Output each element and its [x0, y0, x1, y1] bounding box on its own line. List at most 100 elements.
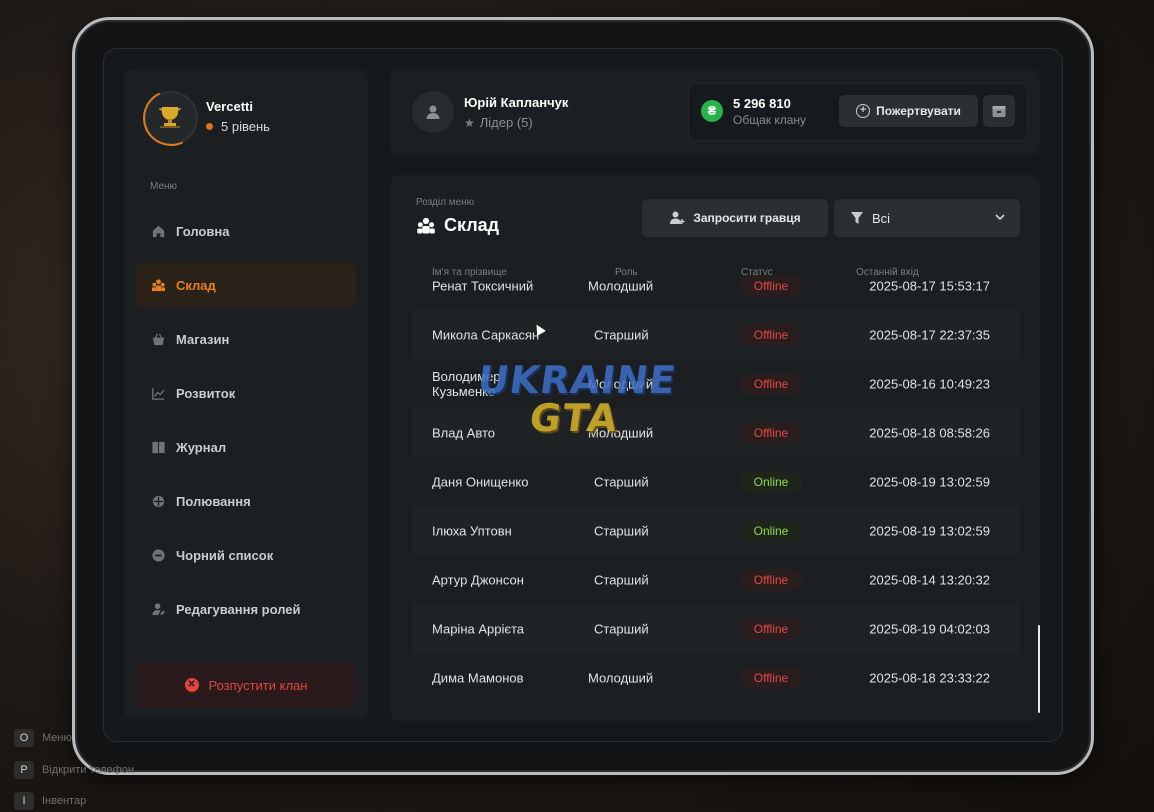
table-row[interactable]: Дима Мамонов Молодший Offline 2025-08-18…	[412, 653, 1020, 699]
section-caption: Розділ меню	[416, 197, 475, 208]
hryvnia-coin-icon: ₴	[701, 100, 723, 122]
safe-button[interactable]	[983, 95, 1015, 127]
sidebar-item-shop[interactable]: Магазин	[136, 317, 356, 361]
member-role: Старший	[594, 327, 649, 342]
invite-player-button[interactable]: Запросити гравця	[642, 199, 828, 237]
page-title: Склад	[416, 215, 499, 236]
member-name: Дима Мамонов	[432, 670, 524, 685]
sidebar-item-label: Магазин	[176, 331, 230, 347]
table-row[interactable]: Микола Саркасян Старший Offline 2025-08-…	[412, 310, 1020, 359]
trophy-icon	[159, 107, 181, 128]
home-icon	[150, 223, 166, 239]
hint-menu: O Меню	[14, 729, 72, 747]
clan-level: 5 рівень	[206, 119, 270, 134]
table-row[interactable]: Даня Онищенко Старший Online 2025-08-19 …	[412, 457, 1020, 506]
chevron-down-icon	[995, 214, 1005, 221]
sidebar-item-development[interactable]: Розвиток	[136, 371, 356, 415]
status-badge: Online	[740, 519, 802, 542]
last-login: 2025-08-18 08:58:26	[869, 425, 990, 440]
member-name: Даня Онищенко	[432, 474, 529, 489]
invite-player-label: Запросити гравця	[693, 211, 801, 225]
member-name: Микола Саркасян	[432, 327, 540, 342]
sidebar-item-label: Розвиток	[176, 385, 236, 401]
member-name: Ілюха Уптовн	[432, 523, 512, 538]
table-row[interactable]: Володимер Кузьменко Молодший Offline 202…	[412, 359, 1020, 408]
member-name: Артур Джонсон	[432, 572, 524, 587]
member-role: Старший	[594, 474, 649, 489]
hint-key: I	[14, 792, 34, 810]
sidebar-item-label: Журнал	[176, 439, 227, 455]
last-login: 2025-08-19 13:02:59	[869, 474, 990, 489]
leader-role: ★ Лідер (5)	[464, 115, 533, 130]
member-role: Молодший	[588, 278, 654, 293]
last-login: 2025-08-16 10:49:23	[869, 376, 990, 391]
status-badge: Online	[740, 470, 802, 493]
avatar	[412, 91, 454, 133]
user-edit-icon	[150, 601, 166, 617]
hint-inventory: I Інвентар	[14, 792, 86, 810]
roster-panel: Розділ меню Склад Запросити гравця Всі І…	[390, 175, 1040, 721]
status-badge: Offline	[740, 617, 802, 640]
table-row[interactable]: Влад Авто Молодший Offline 2025-08-18 08…	[412, 408, 1020, 457]
clan-profile: Vercetti 5 рівень	[135, 82, 364, 154]
last-login: 2025-08-17 22:37:35	[869, 327, 990, 342]
close-circle-icon: ✕	[184, 678, 199, 692]
hint-key: P	[14, 761, 34, 779]
bank-label: Общак клану	[733, 113, 807, 127]
filter-icon	[851, 212, 863, 224]
sidebar-item-hunting[interactable]: Полювання	[136, 479, 356, 523]
plus-circle-icon: +	[856, 104, 871, 118]
menu-caption: Меню	[150, 181, 178, 192]
book-icon	[150, 439, 166, 455]
table-row[interactable]: Маріна Аррієта Старший Offline 2025-08-1…	[412, 604, 1020, 653]
status-filter-select[interactable]: Всі	[834, 199, 1020, 237]
sidebar-item-blacklist[interactable]: Чорний список	[136, 533, 356, 577]
crosshair-icon	[150, 493, 166, 509]
last-login: 2025-08-14 13:20:32	[869, 572, 990, 587]
sidebar-item-role-editing[interactable]: Редагування ролей	[136, 587, 356, 631]
clan-bank: ₴ 5 296 810 Общак клану + Пожертвувати	[688, 83, 1028, 141]
status-badge: Offline	[740, 421, 802, 444]
people-icon	[417, 217, 435, 233]
status-badge: Offline	[740, 666, 802, 689]
sidebar-item-label: Чорний список	[176, 547, 274, 563]
sidebar-item-label: Склад	[176, 277, 216, 293]
member-role: Старший	[594, 572, 649, 587]
tablet-frame: Vercetti 5 рівень Меню Головна Склад Маг…	[72, 17, 1094, 775]
last-login: 2025-08-19 04:02:03	[869, 621, 990, 636]
level-dot-icon	[206, 123, 213, 130]
status-badge: Offline	[740, 568, 802, 591]
disband-clan-label: Розпустити клан	[208, 677, 308, 693]
add-user-icon	[670, 211, 685, 224]
donate-label: Пожертвувати	[876, 104, 961, 118]
member-name: Ренат Токсичний	[432, 278, 534, 293]
user-icon	[426, 105, 440, 119]
status-badge: Offline	[740, 274, 802, 297]
hint-label: Відкрити телефон	[42, 764, 134, 776]
donate-button[interactable]: + Пожертвувати	[839, 95, 978, 127]
last-login: 2025-08-18 23:33:22	[869, 670, 990, 685]
sidebar-item-label: Редагування ролей	[176, 601, 301, 617]
member-role: Молодший	[588, 376, 654, 391]
members-table[interactable]: Ренат Токсичний Молодший Offline 2025-08…	[412, 261, 1020, 699]
safe-icon	[992, 106, 1006, 117]
status-badge: Offline	[740, 372, 802, 395]
table-row[interactable]: Ренат Токсичний Молодший Offline 2025-08…	[412, 261, 1020, 310]
chart-icon	[150, 385, 166, 401]
disband-clan-button[interactable]: ✕ Розпустити клан	[136, 663, 356, 707]
sidebar-item-roster[interactable]: Склад	[136, 263, 356, 307]
sidebar-item-home[interactable]: Головна	[136, 209, 356, 253]
member-role: Старший	[594, 523, 649, 538]
sidebar-item-label: Головна	[176, 223, 230, 239]
table-row[interactable]: Артур Джонсон Старший Offline 2025-08-14…	[412, 555, 1020, 604]
member-name: Володимер Кузьменко	[432, 368, 501, 399]
clan-logo-icon	[135, 82, 207, 154]
table-row[interactable]: Ілюха Уптовн Старший Online 2025-08-19 1…	[412, 506, 1020, 555]
table-scrollbar[interactable]	[1038, 625, 1040, 713]
tablet-screen: Vercetti 5 рівень Меню Головна Склад Маг…	[103, 48, 1063, 742]
member-role: Молодший	[588, 425, 654, 440]
sidebar-item-journal[interactable]: Журнал	[136, 425, 356, 469]
clan-name: Vercetti	[206, 99, 253, 114]
page-title-text: Склад	[444, 215, 500, 235]
basket-icon	[150, 331, 166, 347]
